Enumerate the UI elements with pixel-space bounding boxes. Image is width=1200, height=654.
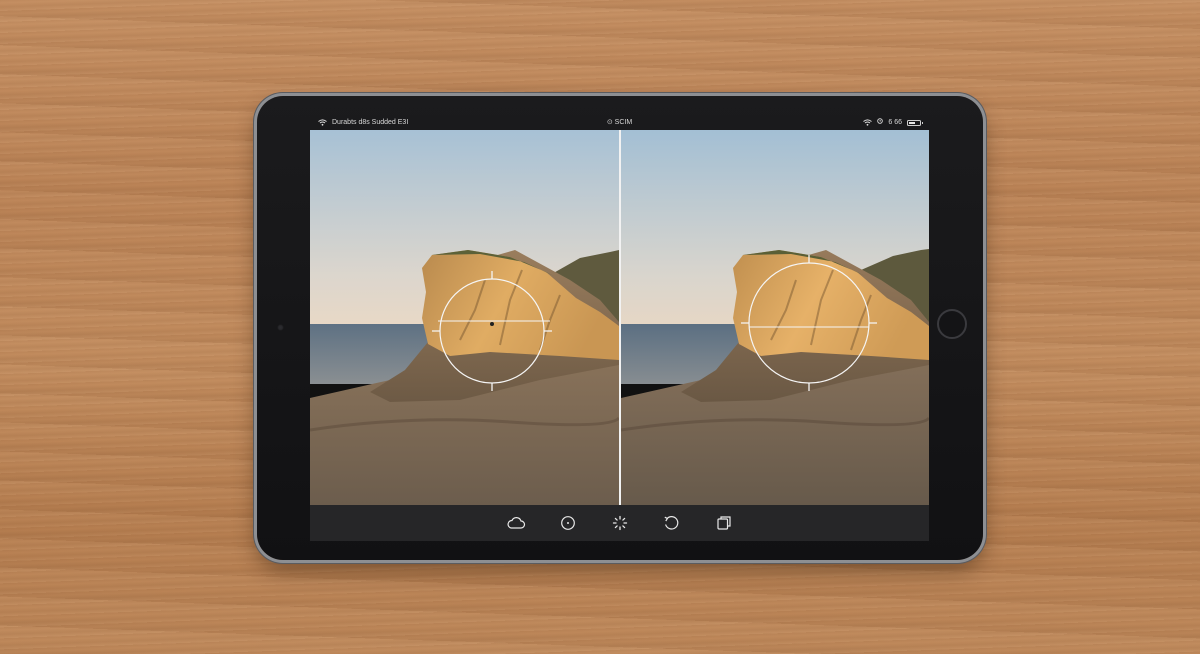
battery-icon [907,119,923,126]
rotate-button[interactable] [659,510,685,536]
tablet-device: Durabts d8s Sudded E3I ⊙ SCIM 6 66 [257,96,983,560]
alarm-icon [877,115,884,130]
home-button[interactable] [937,309,967,339]
copy-icon [716,516,731,530]
after-photo-pane [621,130,929,505]
cloud-button[interactable] [503,510,529,536]
cloud-icon [506,517,525,529]
process-button[interactable] [607,510,633,536]
rotate-icon [664,516,679,530]
before-photo-pane [310,130,619,505]
target-icon [560,516,575,530]
after-photo [621,130,929,505]
edit-toolbar [310,505,929,541]
loading-spinner-icon [612,515,627,531]
front-camera [277,324,284,331]
tablet-screen: Durabts d8s Sudded E3I ⊙ SCIM 6 66 [310,115,929,541]
duplicate-button[interactable] [711,510,737,536]
status-center-text: ⊙ SCIM [606,119,633,126]
focus-target-button[interactable] [555,510,581,536]
before-photo [310,130,619,505]
status-right-text: 6 66 [888,119,902,126]
status-right: 6 66 [863,115,923,130]
status-bar: Durabts d8s Sudded E3I ⊙ SCIM 6 66 [310,115,929,130]
wifi-signal-icon [863,119,873,126]
compare-viewer[interactable] [310,130,929,505]
battery-fill [909,121,915,124]
